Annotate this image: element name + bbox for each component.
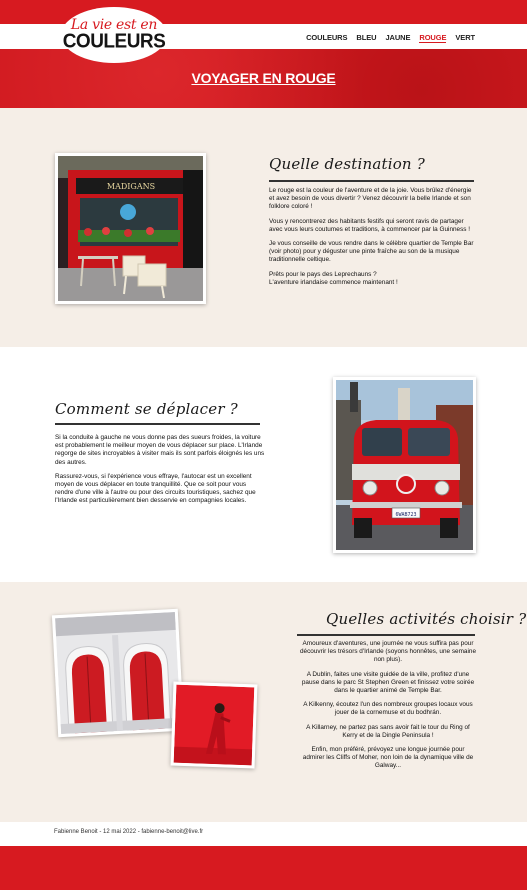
paragraph: Amoureux d'aventures, une journée ne vou…	[300, 640, 476, 664]
page-title: VOYAGER EN ROUGE	[191, 70, 336, 86]
paragraph: A Dublin, faites une visite guidée de la…	[301, 670, 475, 695]
section-transport: Comment se déplacer ? Si la conduite à g…	[0, 347, 527, 582]
red-wall-photo	[170, 681, 258, 769]
title-underline	[297, 634, 475, 636]
nav-link-bleu[interactable]: BLEU	[356, 33, 376, 43]
nav-link-rouge[interactable]: ROUGE	[419, 33, 446, 43]
title-underline	[269, 180, 474, 182]
paragraph: Prêts pour le pays des Leprechauns ? L'a…	[269, 270, 398, 286]
logo-main-text: COULEURS	[62, 30, 166, 53]
title-underline	[55, 423, 260, 425]
paragraph: A Kilkenny, écoutez l'un des nombreux gr…	[303, 701, 473, 717]
nav-link-vert[interactable]: VERT	[455, 33, 475, 43]
activities-text: Amoureux d'aventures, une journée ne vou…	[300, 640, 476, 777]
footer-band	[0, 846, 527, 890]
section-title-transport: Comment se déplacer ?	[55, 400, 238, 418]
section-destination: MADIGANS Quelle destination ? Le rouge e…	[0, 108, 527, 347]
paragraph: Si la conduite à gauche ne vous donne pa…	[55, 434, 265, 466]
site-logo[interactable]: La vie est en COULEURS	[61, 7, 167, 63]
pub-sign-text: MADIGANS	[107, 182, 155, 191]
hero-banner: VOYAGER EN ROUGE	[0, 49, 527, 108]
main-nav: COULEURS BLEU JAUNE ROUGE VERT	[306, 33, 475, 43]
pub-photo: MADIGANS	[55, 153, 206, 304]
footer-credits: Fabienne Benoit - 12 mai 2022 - fabienne…	[54, 829, 204, 835]
transport-text: Si la conduite à gauche ne vous donne pa…	[55, 434, 265, 512]
paragraph: Vous y rencontrerez des habitants festif…	[269, 217, 471, 233]
paragraph: Rassurez-vous, si l'expérience vous effr…	[55, 472, 256, 505]
nav-link-couleurs[interactable]: COULEURS	[306, 33, 347, 43]
paragraph: Le rouge est la couleur de l'aventure et…	[269, 187, 472, 211]
license-plate-text: 6WAB723	[395, 512, 416, 518]
nav-link-jaune[interactable]: JAUNE	[385, 33, 410, 43]
destination-text: Le rouge est la couleur de l'aventure et…	[269, 187, 477, 293]
section-title-destination: Quelle destination ?	[269, 155, 426, 173]
doors-photo	[51, 608, 185, 738]
section-title-activities: Quelles activités choisir ?	[326, 610, 527, 628]
paragraph: Je vous conseille de vous rendre dans le…	[269, 240, 474, 264]
van-photo: 6WAB723	[333, 377, 476, 553]
paragraph: A Killarney, ne partez pas sans avoir fa…	[306, 723, 470, 739]
paragraph: Enfin, mon préféré, prévoyez une longue …	[302, 746, 474, 770]
section-activities: Quelles activités choisir ? Amoureux d'a…	[0, 582, 527, 822]
